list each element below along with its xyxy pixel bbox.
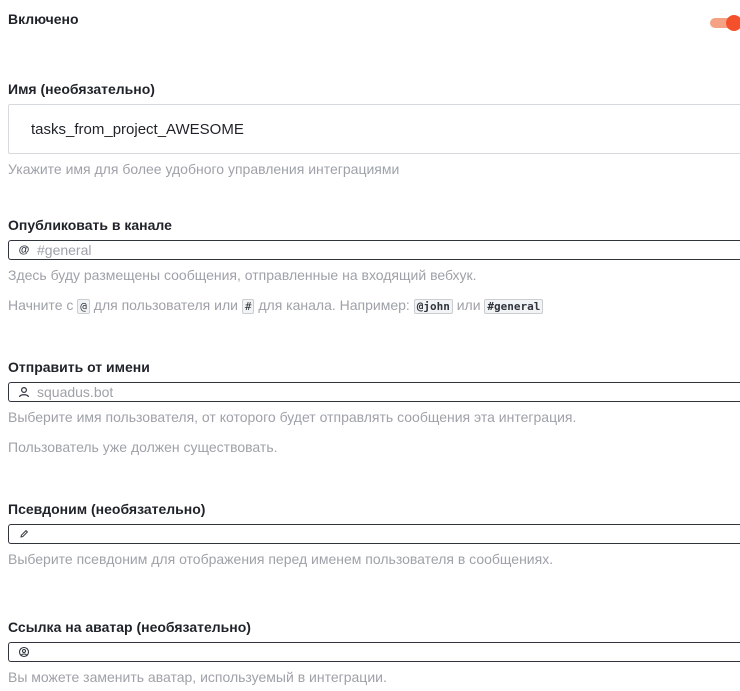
name-input-value: tasks_from_project_AWESOME — [31, 120, 244, 138]
hint-text: для канала. Например: — [254, 297, 414, 313]
avatar-input[interactable] — [8, 642, 740, 662]
avatar-field: Ссылка на аватар (необязательно) Вы може… — [8, 618, 740, 686]
avatar-hint: Вы можете заменить аватар, используемый … — [8, 669, 387, 685]
post-as-hint-1: Выберите имя пользователя, от которого б… — [8, 409, 577, 425]
code-chip-john: @john — [413, 299, 453, 314]
avatar-label: Ссылка на аватар (необязательно) — [8, 619, 251, 635]
code-chip-general: #general — [484, 299, 544, 314]
alias-label: Псевдоним (необязательно) — [8, 501, 206, 517]
pencil-icon — [17, 529, 31, 539]
channel-placeholder: #general — [37, 242, 92, 258]
enabled-row: Включено — [8, 10, 740, 36]
channel-field: Опубликовать в канале @ #general Здесь б… — [8, 216, 740, 316]
channel-input[interactable]: @ #general — [8, 240, 740, 260]
code-chip-hash: # — [241, 299, 255, 314]
post-as-label: Отправить от имени — [8, 359, 150, 375]
toggle-knob — [726, 15, 740, 31]
name-hint: Укажите имя для более удобного управлени… — [8, 161, 400, 177]
name-field: Имя (необязательно) tasks_from_project_A… — [8, 80, 740, 178]
hint-text: Начните с — [8, 297, 78, 313]
channel-hint-1: Здесь буду размещены сообщения, отправле… — [8, 267, 477, 283]
alias-hint: Выберите псевдоним для отображения перед… — [8, 551, 554, 567]
post-as-field: Отправить от имени squadus.bot Выберите … — [8, 358, 740, 456]
code-chip-at: @ — [77, 299, 90, 314]
hint-text: или — [452, 297, 485, 313]
enabled-toggle[interactable] — [710, 15, 740, 31]
user-icon — [17, 386, 31, 398]
hint-text: для пользователя или — [89, 297, 242, 313]
channel-hint-2: Начните с @ для пользователя или # для к… — [8, 296, 740, 316]
name-input[interactable]: tasks_from_project_AWESOME — [8, 104, 740, 154]
avatar-icon — [17, 646, 31, 658]
channel-label: Опубликовать в канале — [8, 217, 172, 233]
at-icon: @ — [18, 244, 30, 256]
alias-input[interactable] — [8, 524, 740, 544]
integration-settings-form: Включено Имя (необязательно) tasks_from_… — [0, 0, 740, 691]
enabled-label: Включено — [8, 11, 79, 27]
name-label: Имя (необязательно) — [8, 81, 155, 97]
alias-field: Псевдоним (необязательно) Выберите псевд… — [8, 500, 740, 568]
post-as-placeholder: squadus.bot — [37, 384, 114, 400]
post-as-input[interactable]: squadus.bot — [8, 382, 740, 402]
post-as-hint-2: Пользователь уже должен существовать. — [8, 439, 278, 455]
